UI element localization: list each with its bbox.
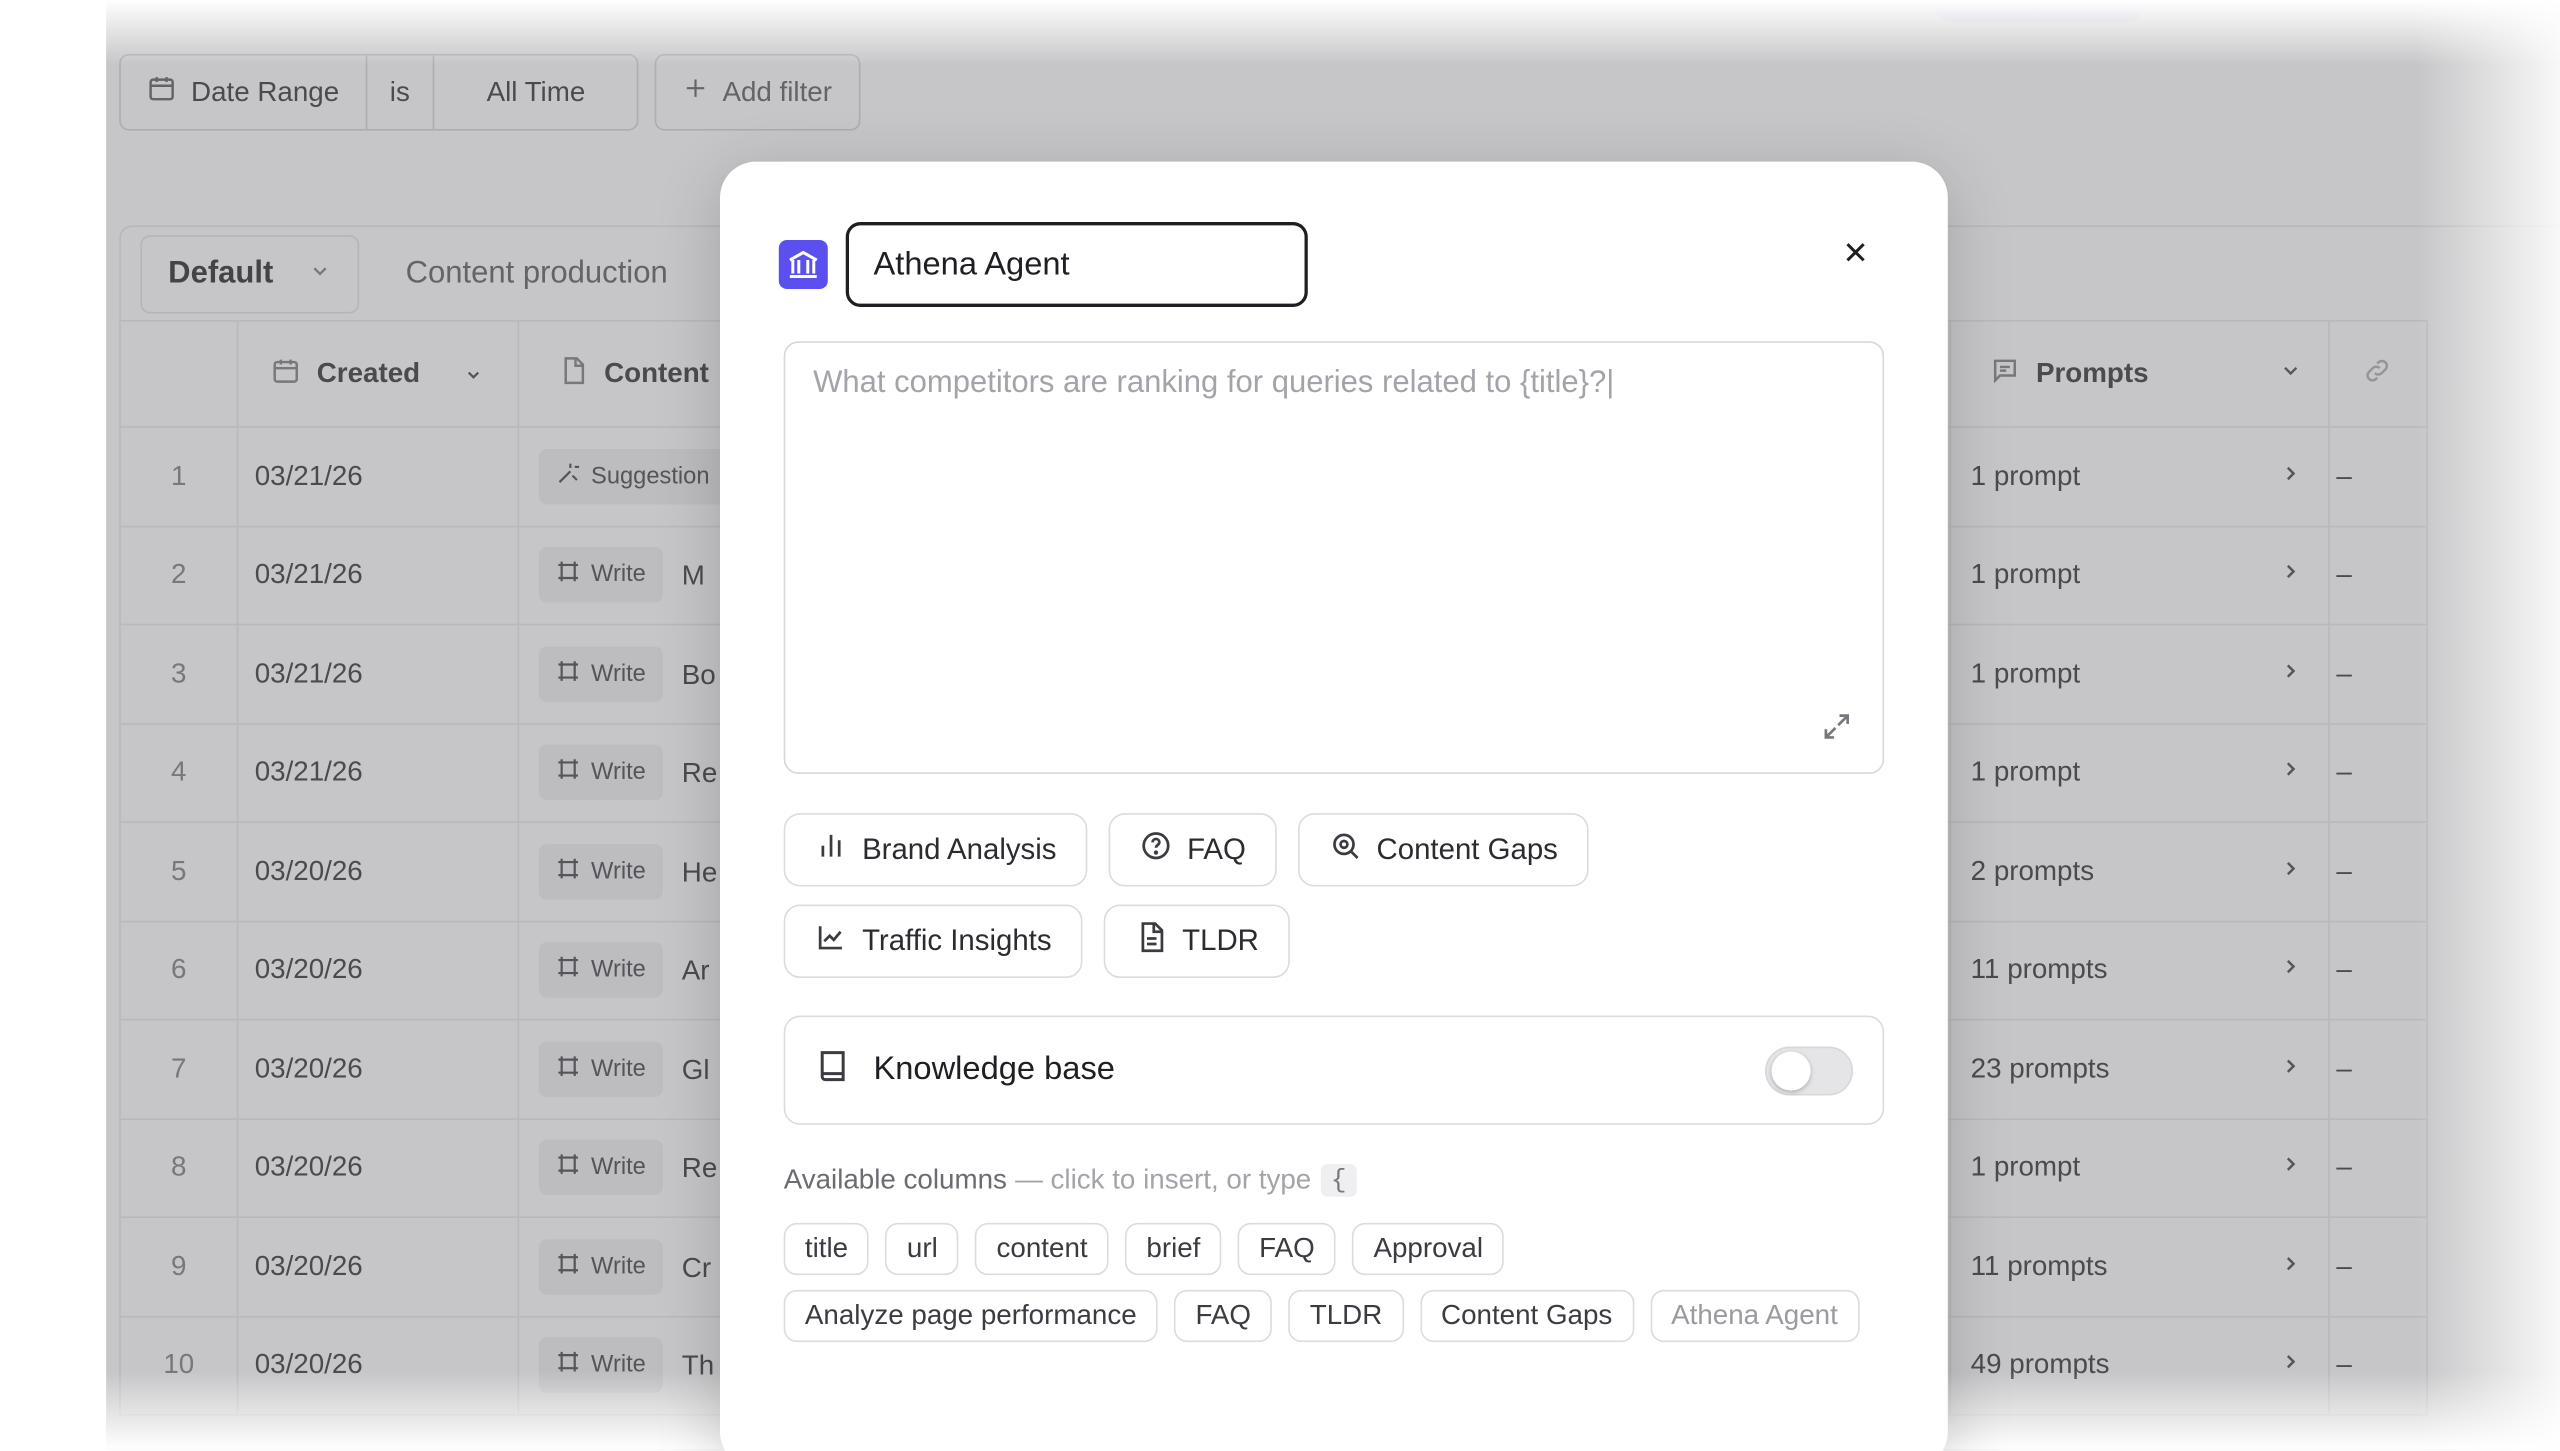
agent-prompt-textarea[interactable] [783,341,1885,774]
edge-fade-right [2416,0,2560,1450]
column-chip[interactable]: FAQ [1237,1222,1336,1276]
column-chip[interactable]: FAQ [1174,1289,1273,1343]
content-gaps-label: Content Gaps [1376,832,1558,866]
brand-analysis-button[interactable]: Brand Analysis [783,813,1088,887]
toggle-knob [1771,1050,1811,1090]
action-row-2: Traffic Insights TLDR [783,904,1290,978]
book-icon [815,1048,851,1092]
faq-button[interactable]: FAQ [1108,813,1277,887]
column-chip[interactable]: url [885,1222,960,1276]
column-chip[interactable]: content [975,1222,1109,1276]
knowledge-base-label: Knowledge base [873,1051,1115,1088]
column-chip[interactable]: title [783,1222,870,1276]
faq-label: FAQ [1187,832,1246,866]
column-chip[interactable]: TLDR [1288,1289,1404,1343]
column-chip[interactable]: Athena Agent [1649,1289,1860,1343]
bank-icon[interactable] [778,240,828,289]
help-circle-icon [1140,829,1173,870]
column-chip[interactable]: brief [1125,1222,1222,1276]
line-chart-icon [815,921,848,962]
tldr-label: TLDR [1182,924,1259,957]
edge-fade-top [0,0,2560,66]
agent-editor-modal: Brand Analysis FAQ Content Gaps Traffic … [720,161,1948,1451]
knowledge-base-toggle[interactable] [1764,1045,1854,1095]
expand-icon[interactable] [1817,707,1856,746]
available-columns-label: Available columns — click to insert, or … [784,1164,1357,1197]
knowledge-base-row: Knowledge base [783,1015,1885,1125]
search-zoom-icon [1329,829,1362,870]
bar-chart-icon [815,829,848,870]
column-chips: title url content brief FAQ Approval Analyze p… [783,1222,1894,1343]
brand-analysis-label: Brand Analysis [862,832,1057,866]
traffic-insights-button[interactable]: Traffic Insights [783,904,1083,978]
close-icon [1841,238,1869,274]
column-chip[interactable]: Content Gaps [1419,1289,1634,1343]
action-row-1: Brand Analysis FAQ Content Gaps [783,813,1589,887]
document-icon [1135,921,1168,962]
brace-key: { [1321,1164,1357,1197]
column-chip[interactable]: Approval [1352,1222,1505,1276]
available-columns-hint: — click to insert, or type [1015,1164,1312,1196]
close-button[interactable] [1830,232,1879,281]
column-chip[interactable]: Analyze page performance [783,1289,1158,1343]
agent-name-input[interactable] [845,222,1308,307]
tldr-button[interactable]: TLDR [1103,904,1290,978]
traffic-insights-label: Traffic Insights [862,924,1052,957]
content-gaps-button[interactable]: Content Gaps [1298,813,1589,887]
available-columns-title: Available columns [783,1164,1007,1196]
